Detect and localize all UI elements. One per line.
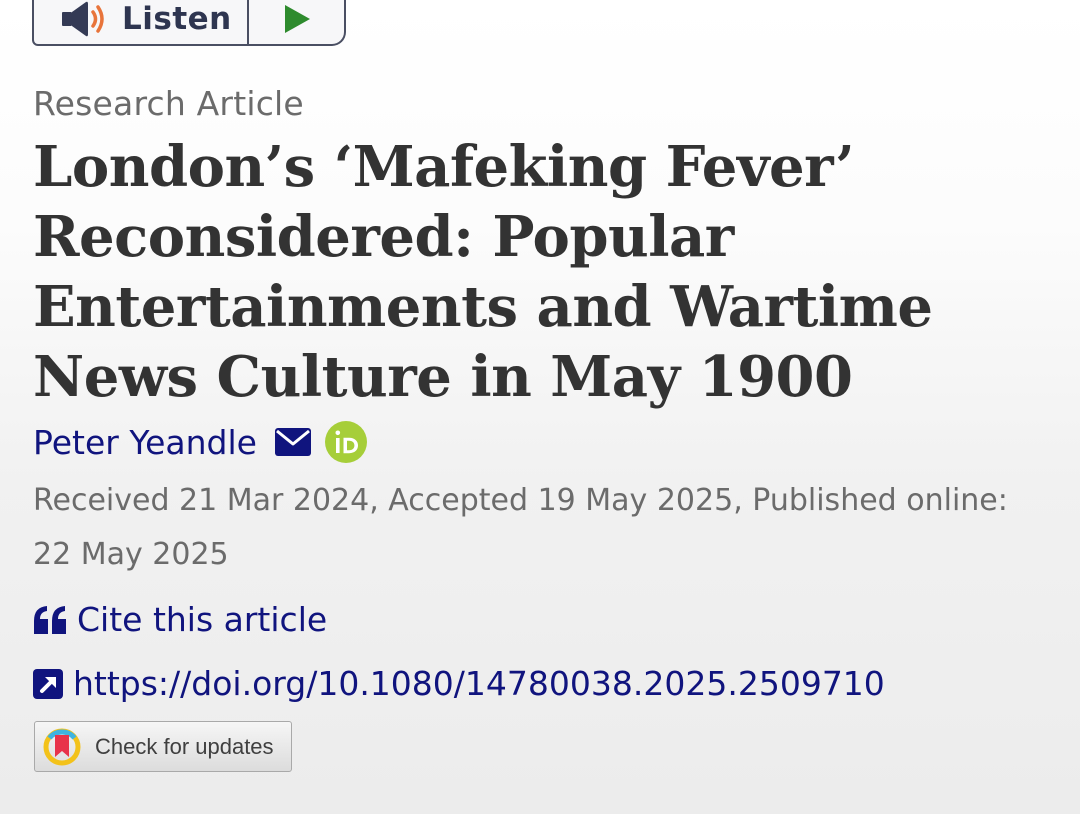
cite-article-link[interactable]: Cite this article bbox=[33, 600, 327, 639]
article-type: Research Article bbox=[33, 84, 304, 123]
orcid-icon[interactable] bbox=[324, 421, 367, 463]
listen-label: Listen bbox=[122, 1, 232, 37]
envelope-icon[interactable] bbox=[274, 428, 311, 456]
listen-toolbar: Listen bbox=[32, 0, 346, 46]
doi-link[interactable]: https://doi.org/10.1080/14780038.2025.25… bbox=[73, 664, 885, 703]
publication-dates: Received 21 Mar 2024, Accepted 19 May 20… bbox=[33, 483, 1008, 572]
external-link-icon bbox=[33, 668, 63, 699]
quote-icon bbox=[34, 605, 66, 634]
listen-button[interactable]: Listen bbox=[34, 0, 249, 44]
speaker-volume-icon bbox=[62, 1, 104, 37]
article-title: London’s ‘Mafeking Fever’ Reconsidered: … bbox=[33, 134, 933, 410]
check-for-updates-label: Check for updates bbox=[95, 733, 274, 759]
check-for-updates-button[interactable]: Check for updates bbox=[34, 721, 292, 772]
crossmark-icon bbox=[43, 728, 81, 765]
doi-link-row[interactable]: https://doi.org/10.1080/14780038.2025.25… bbox=[33, 664, 885, 703]
author-row: Peter Yeandle bbox=[33, 420, 367, 464]
play-button[interactable] bbox=[249, 0, 344, 44]
cite-article-label: Cite this article bbox=[77, 600, 328, 639]
play-icon bbox=[284, 5, 310, 33]
author-name-link[interactable]: Peter Yeandle bbox=[33, 423, 257, 462]
